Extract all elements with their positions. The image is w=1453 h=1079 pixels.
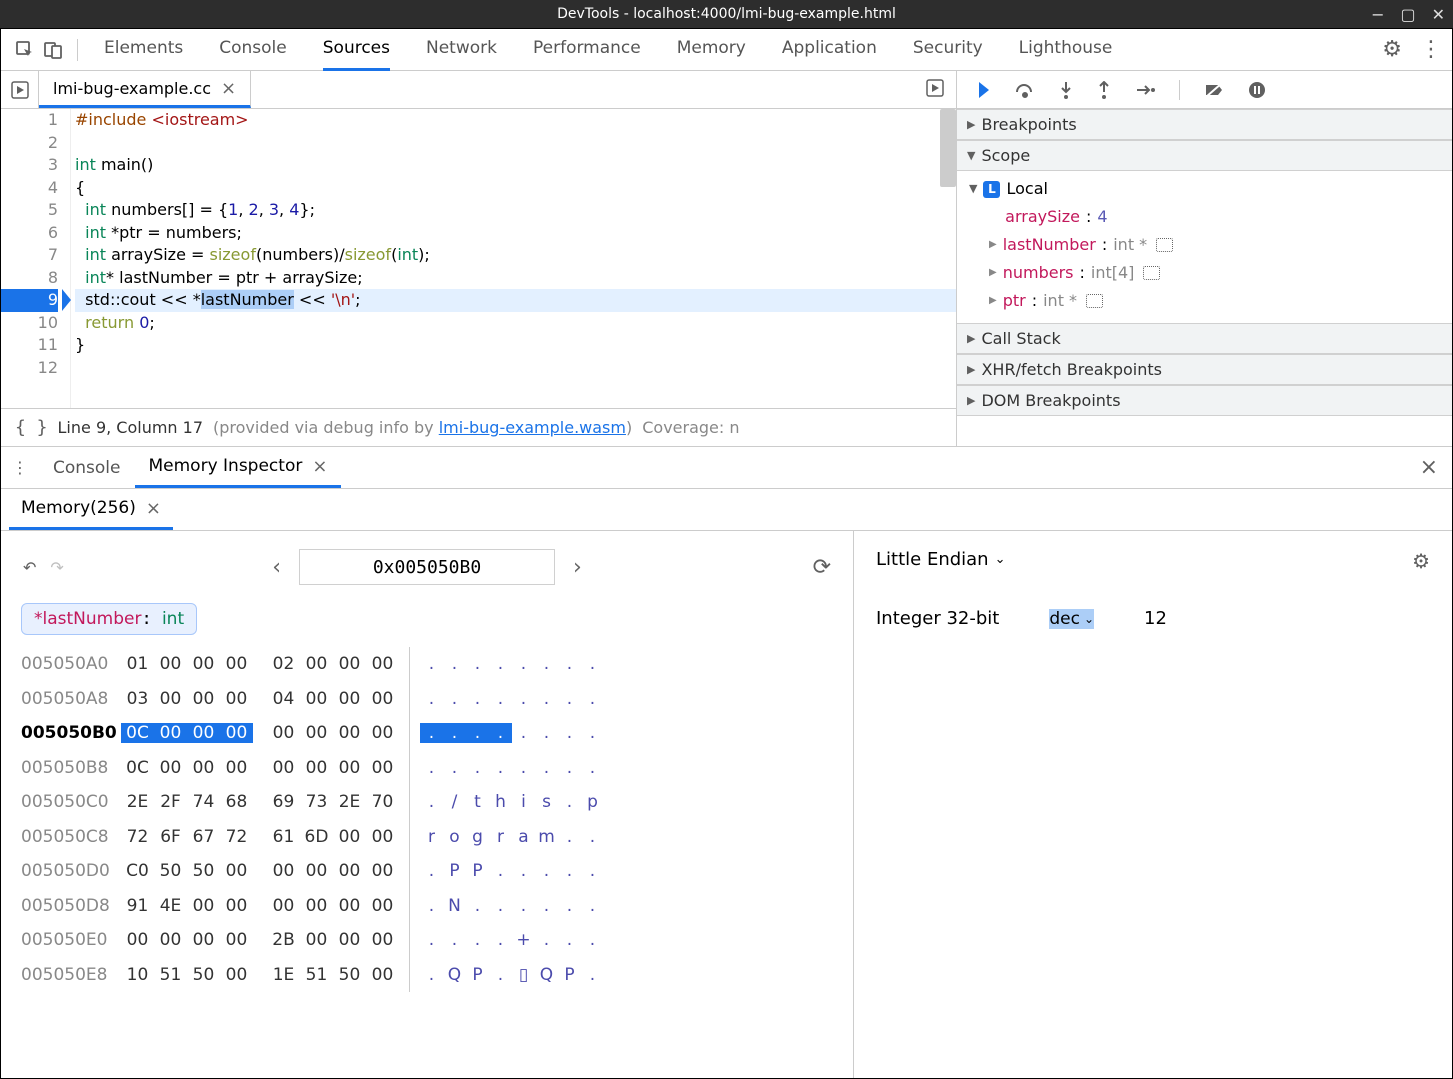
tab-application[interactable]: Application <box>782 28 877 71</box>
close-tab-icon[interactable]: × <box>312 456 327 477</box>
memory-instance-tab[interactable]: Memory(256)× <box>9 489 173 530</box>
drawer-tab-memory-inspector[interactable]: Memory Inspector× <box>135 447 342 488</box>
close-tab-icon[interactable]: × <box>221 78 236 99</box>
cursor-position: Line 9, Column 17 <box>58 418 204 437</box>
address-input[interactable] <box>299 549 555 585</box>
value-display: 12 <box>1144 608 1167 629</box>
value-type-label: Integer 32-bit <box>876 608 999 629</box>
representation-select[interactable]: dec ⌄ <box>1049 609 1094 629</box>
inspect-element-icon[interactable] <box>11 36 39 64</box>
file-tab-label: lmi-bug-example.cc <box>53 79 211 98</box>
tab-network[interactable]: Network <box>426 28 497 71</box>
maximize-icon[interactable]: ▢ <box>1400 5 1415 24</box>
step-into-icon[interactable] <box>1059 81 1073 99</box>
value-settings-icon[interactable]: ⚙ <box>1412 549 1430 573</box>
run-snippet-right-icon[interactable] <box>914 79 956 101</box>
prev-page-icon[interactable]: ‹ <box>272 555 281 580</box>
reveal-memory-icon <box>1156 238 1173 252</box>
dom-pane[interactable]: ▶DOM Breakpoints <box>957 385 1452 416</box>
settings-gear-icon[interactable]: ⚙ <box>1382 37 1402 62</box>
status-bar: { } Line 9, Column 17 (provided via debu… <box>1 408 956 446</box>
step-icon[interactable] <box>1135 83 1155 97</box>
undo-icon[interactable]: ↶ <box>23 558 36 577</box>
next-page-icon[interactable]: › <box>573 555 582 580</box>
tab-memory[interactable]: Memory <box>677 28 746 71</box>
window-titlebar: DevTools - localhost:4000/lmi-bug-exampl… <box>0 0 1453 28</box>
drawer-menu-icon[interactable]: ⋮ <box>1 458 39 477</box>
wasm-link[interactable]: lmi-bug-example.wasm <box>439 418 626 437</box>
tab-sources[interactable]: Sources <box>323 28 390 71</box>
debug-toolbar <box>957 71 1452 109</box>
scope-var-lastNumber[interactable]: ▶lastNumber: int * <box>989 231 1440 259</box>
device-toggle-icon[interactable] <box>39 36 67 64</box>
scope-pane[interactable]: ▼Scope <box>957 140 1452 171</box>
reveal-memory-icon <box>1086 294 1103 308</box>
step-out-icon[interactable] <box>1097 81 1111 99</box>
pretty-print-icon[interactable]: { } <box>15 417 48 438</box>
run-snippet-icon[interactable] <box>1 71 39 108</box>
deactivate-breakpoints-icon[interactable] <box>1204 81 1224 99</box>
resume-icon[interactable] <box>971 80 991 100</box>
breakpoints-pane[interactable]: ▶Breakpoints <box>957 109 1452 140</box>
scope-local[interactable]: ▼LLocal <box>969 175 1440 203</box>
tab-performance[interactable]: Performance <box>533 28 641 71</box>
line-gutter[interactable]: 123456789101112 <box>1 109 71 408</box>
minimize-icon[interactable]: − <box>1371 5 1384 24</box>
scope-var-ptr[interactable]: ▶ptr: int * <box>989 287 1440 315</box>
code-editor[interactable]: #include <iostream> int main() { int num… <box>71 109 956 408</box>
pause-on-exceptions-icon[interactable] <box>1248 81 1266 99</box>
endianness-select[interactable]: Little Endian ⌄ <box>876 549 1006 570</box>
execution-pointer-icon <box>62 289 71 311</box>
hex-table[interactable]: 005050A00100000002000000........005050A8… <box>1 647 853 992</box>
main-toolbar: Elements Console Sources Network Perform… <box>1 29 1452 71</box>
file-tab[interactable]: lmi-bug-example.cc × <box>39 71 251 108</box>
step-over-icon[interactable] <box>1015 82 1035 98</box>
coverage-text: Coverage: n <box>642 418 739 437</box>
tab-lighthouse[interactable]: Lighthouse <box>1019 28 1113 71</box>
close-icon[interactable]: ✕ <box>1432 5 1445 24</box>
scrollbar-thumb[interactable] <box>940 109 956 187</box>
chevron-down-icon: ⌄ <box>995 552 1006 567</box>
tab-elements[interactable]: Elements <box>104 28 183 71</box>
tab-console[interactable]: Console <box>219 28 287 71</box>
tab-security[interactable]: Security <box>913 28 983 71</box>
callstack-pane[interactable]: ▶Call Stack <box>957 323 1452 354</box>
scope-var-arraySize[interactable]: arraySize: 4 <box>989 203 1440 231</box>
highlight-badge[interactable]: *lastNumber: int <box>21 603 197 635</box>
chevron-down-icon: ⌄ <box>1084 612 1094 626</box>
xhr-pane[interactable]: ▶XHR/fetch Breakpoints <box>957 354 1452 385</box>
window-title: DevTools - localhost:4000/lmi-bug-exampl… <box>557 6 896 22</box>
scope-content: ▼LLocal arraySize: 4 ▶lastNumber: int * … <box>957 171 1452 323</box>
reveal-memory-icon <box>1143 266 1160 280</box>
scope-var-numbers[interactable]: ▶numbers: int[4] <box>989 259 1440 287</box>
redo-icon[interactable]: ↷ <box>50 558 63 577</box>
more-menu-icon[interactable]: ⋮ <box>1420 37 1442 62</box>
refresh-icon[interactable]: ⟳ <box>813 555 831 580</box>
close-tab-icon[interactable]: × <box>146 498 161 519</box>
drawer-close-icon[interactable]: × <box>1406 455 1452 480</box>
drawer-tab-console[interactable]: Console <box>39 447 135 488</box>
